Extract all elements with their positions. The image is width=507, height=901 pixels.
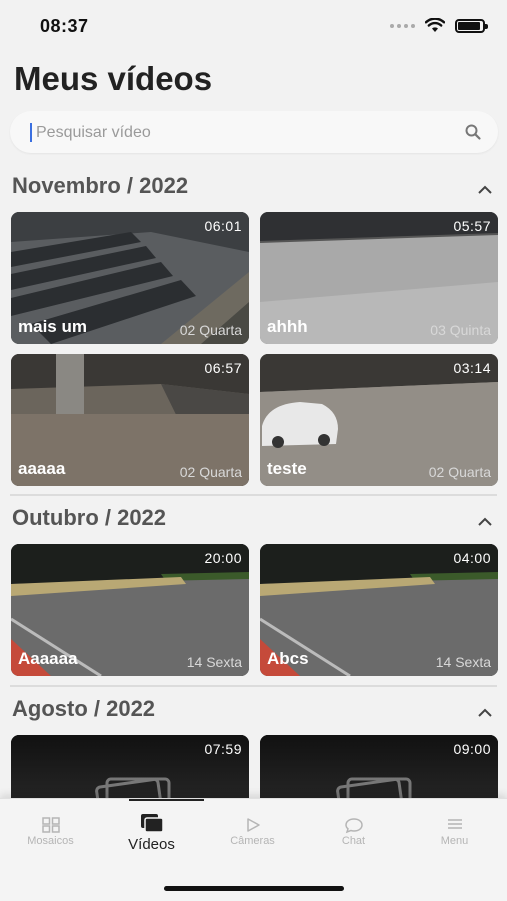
video-duration: 04:00 [453, 550, 491, 566]
video-date: 02 Quarta [179, 464, 242, 480]
video-duration: 03:14 [453, 360, 491, 376]
tab-cameras[interactable]: Câmeras [202, 799, 303, 859]
tab-menu[interactable]: Menu [404, 799, 505, 859]
section-divider [10, 494, 497, 496]
section-title: Novembro / 2022 [12, 173, 189, 198]
video-date: 02 Quarta [179, 322, 242, 338]
battery-icon [455, 18, 488, 33]
video-duration: 06:01 [204, 218, 242, 234]
tab-label: Menu [440, 835, 469, 847]
menu-icon [447, 819, 462, 829]
tab-label: Mosaicos [27, 835, 74, 847]
videos-icon [140, 814, 164, 833]
video-name: Aaaaaa [18, 649, 78, 668]
video-duration: 09:00 [453, 741, 491, 757]
video-card[interactable]: 04:00 Abcs 14 Sexta [260, 544, 498, 676]
video-card[interactable]: 06:57 aaaaa 02 Quarta [11, 354, 249, 486]
page-title: Meus vídeos [14, 60, 213, 97]
video-date: 02 Quarta [428, 464, 491, 480]
wifi-icon [425, 18, 445, 32]
video-date: 14 Sexta [186, 654, 242, 670]
tab-label: Câmeras [230, 835, 275, 847]
video-date: 03 Quinta [430, 322, 491, 338]
search-icon[interactable] [464, 123, 482, 141]
chevron-up-icon[interactable] [477, 183, 493, 195]
tab-videos[interactable]: Vídeos [101, 799, 202, 859]
section-divider [10, 685, 497, 687]
video-name: aaaaa [18, 459, 66, 478]
home-indicator [164, 886, 344, 891]
video-card[interactable]: 20:00 Aaaaaa 14 Sexta [11, 544, 249, 676]
section-title: Outubro / 2022 [12, 505, 167, 530]
tab-chat[interactable]: Chat [303, 799, 404, 859]
video-card[interactable]: 05:57 ahhh 03 Quinta [260, 212, 498, 344]
video-duration: 20:00 [204, 550, 242, 566]
video-duration: 05:57 [453, 218, 491, 234]
search-input[interactable] [34, 111, 458, 155]
cellular-signal-icon [390, 23, 415, 28]
video-name: teste [267, 459, 307, 478]
chevron-up-icon[interactable] [477, 706, 493, 718]
video-duration: 07:59 [204, 741, 242, 757]
text-caret [30, 123, 32, 142]
video-date: 14 Sexta [435, 654, 491, 670]
video-name: ahhh [267, 317, 308, 336]
tab-mosaicos[interactable]: Mosaicos [0, 799, 101, 859]
status-time: 08:37 [40, 16, 89, 36]
video-name: mais um [18, 317, 87, 336]
status-bar: 08:37 [0, 0, 507, 50]
status-icons [390, 18, 488, 33]
grid-icon [41, 817, 60, 833]
video-name: Abcs [267, 649, 309, 668]
play-icon [246, 818, 260, 832]
section-title: Agosto / 2022 [12, 696, 156, 721]
chat-bubble-icon [344, 818, 363, 834]
video-duration: 06:57 [204, 360, 242, 376]
video-card[interactable]: 06:01 mais um 02 Quarta [11, 212, 249, 344]
tab-label: Chat [341, 835, 366, 847]
search-bar[interactable] [10, 111, 498, 155]
video-card[interactable]: 03:14 teste 02 Quarta [260, 354, 498, 486]
tab-label: Vídeos [128, 836, 175, 853]
chevron-up-icon[interactable] [477, 515, 493, 527]
